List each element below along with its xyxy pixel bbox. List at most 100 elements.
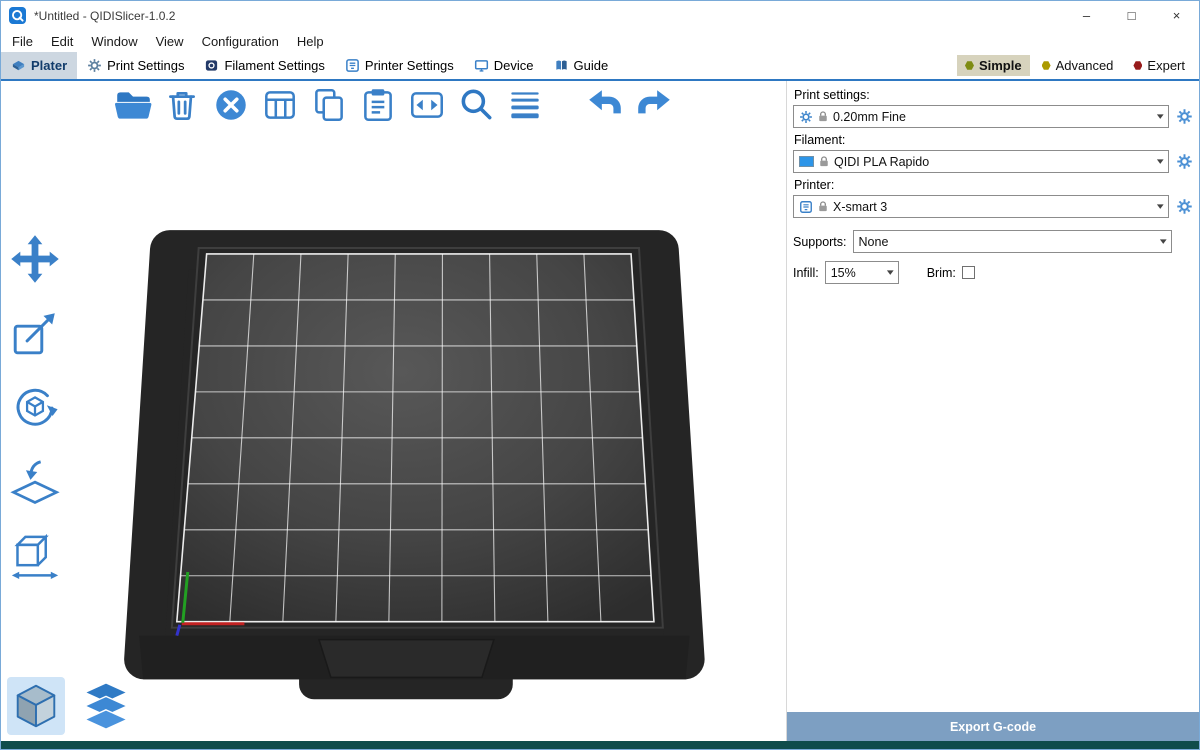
preview-view-button[interactable]	[77, 677, 135, 735]
view-toggles	[7, 677, 135, 735]
chevron-down-icon: ▾	[887, 267, 894, 278]
split-icon	[407, 85, 447, 125]
gizmo-toolbar	[9, 233, 61, 581]
rotate-gizmo-button[interactable]	[9, 381, 61, 433]
viewport-3d[interactable]	[1, 81, 786, 741]
measure-icon	[9, 529, 61, 581]
chevron-down-icon: ▾	[1160, 236, 1167, 247]
print-settings-label: Print settings:	[794, 88, 1193, 102]
title-bar: *Untitled - QIDISlicer-1.0.2 – □ ×	[1, 1, 1199, 30]
menu-view[interactable]: View	[147, 32, 193, 51]
tab-label: Guide	[574, 58, 609, 73]
build-plate[interactable]	[1, 81, 786, 741]
printer-value: X-smart 3	[833, 200, 887, 214]
print-settings-combo[interactable]: 0.20mm Fine ▾	[793, 105, 1169, 128]
tab-filament-settings[interactable]: Filament Settings	[194, 52, 334, 79]
brim-label: Brim:	[927, 266, 956, 280]
delete-all-button[interactable]	[211, 85, 251, 125]
supports-label: Supports:	[793, 235, 847, 249]
filament-value: QIDI PLA Rapido	[834, 155, 929, 169]
tab-label: Filament Settings	[224, 58, 324, 73]
split-button[interactable]	[407, 85, 447, 125]
supports-combo[interactable]: None ▾	[853, 230, 1172, 253]
infill-value: 15%	[831, 266, 856, 280]
chevron-down-icon: ▾	[1157, 111, 1164, 122]
gear-icon	[87, 58, 102, 73]
app-window: *Untitled - QIDISlicer-1.0.2 – □ × File …	[0, 0, 1200, 750]
tab-plater[interactable]: Plater	[1, 52, 77, 79]
mode-label: Expert	[1147, 58, 1185, 73]
infill-label: Infill:	[793, 266, 819, 280]
menu-edit[interactable]: Edit	[42, 32, 82, 51]
tab-print-settings[interactable]: Print Settings	[77, 52, 194, 79]
tab-label: Plater	[31, 58, 67, 73]
mode-label: Advanced	[1056, 58, 1114, 73]
copy-icon	[309, 85, 349, 125]
variable-layer-height-icon	[505, 85, 545, 125]
lock-icon	[818, 200, 828, 213]
tab-guide[interactable]: Guide	[544, 52, 619, 79]
redo-icon	[634, 85, 674, 125]
import-button[interactable]	[113, 85, 153, 125]
scale-gizmo-button[interactable]	[9, 307, 61, 359]
filament-spool-icon	[204, 58, 219, 73]
delete-button[interactable]	[162, 85, 202, 125]
menu-file[interactable]: File	[3, 32, 42, 51]
arrange-button[interactable]	[260, 85, 300, 125]
search-icon	[456, 85, 496, 125]
supports-value: None	[859, 235, 889, 249]
print-settings-value: 0.20mm Fine	[833, 110, 906, 124]
editor-view-button[interactable]	[7, 677, 65, 735]
plate-handle-recess	[319, 640, 494, 678]
redo-button[interactable]	[634, 85, 674, 125]
variable-layer-height-button[interactable]	[505, 85, 545, 125]
filament-label: Filament:	[794, 133, 1193, 147]
scale-icon	[9, 307, 61, 359]
close-button[interactable]: ×	[1154, 1, 1199, 30]
tab-printer-settings[interactable]: Printer Settings	[335, 52, 464, 79]
export-gcode-button[interactable]: Export G-code	[787, 712, 1199, 741]
filament-combo[interactable]: QIDI PLA Rapido ▾	[793, 150, 1169, 173]
menu-window[interactable]: Window	[82, 32, 146, 51]
search-button[interactable]	[456, 85, 496, 125]
mode-advanced[interactable]: Advanced	[1034, 55, 1122, 76]
mode-label: Simple	[979, 58, 1022, 73]
chevron-down-icon: ▾	[1157, 156, 1164, 167]
window-title: *Untitled - QIDISlicer-1.0.2	[34, 9, 175, 23]
paste-button[interactable]	[358, 85, 398, 125]
move-gizmo-button[interactable]	[9, 233, 61, 285]
printer-combo[interactable]: X-smart 3 ▾	[793, 195, 1169, 218]
print-settings-gear-button[interactable]	[1176, 108, 1193, 125]
mode-selector: Simple Advanced Expert	[957, 52, 1199, 79]
delete-all-icon	[211, 85, 251, 125]
place-on-face-icon	[9, 455, 61, 507]
plater-icon	[11, 58, 26, 73]
menu-configuration[interactable]: Configuration	[193, 32, 288, 51]
rotate-icon	[9, 381, 61, 433]
minimize-button[interactable]: –	[1064, 1, 1109, 30]
printer-gear-button[interactable]	[1176, 198, 1193, 215]
lock-icon	[819, 155, 829, 168]
book-icon	[554, 58, 569, 73]
undo-button[interactable]	[585, 85, 625, 125]
paste-icon	[358, 85, 398, 125]
menu-help[interactable]: Help	[288, 32, 333, 51]
undo-icon	[585, 85, 625, 125]
status-bar	[1, 741, 1199, 749]
copy-button[interactable]	[309, 85, 349, 125]
plater-toolbar	[113, 85, 674, 125]
place-on-face-gizmo-button[interactable]	[9, 455, 61, 507]
tab-label: Printer Settings	[365, 58, 454, 73]
brim-checkbox[interactable]	[962, 266, 975, 279]
filament-gear-button[interactable]	[1176, 153, 1193, 170]
tab-label: Device	[494, 58, 534, 73]
tab-label: Print Settings	[107, 58, 184, 73]
mode-expert[interactable]: Expert	[1125, 55, 1193, 76]
monitor-icon	[474, 58, 489, 73]
mode-simple[interactable]: Simple	[957, 55, 1030, 76]
tab-device[interactable]: Device	[464, 52, 544, 79]
menu-bar: File Edit Window View Configuration Help	[1, 30, 1199, 52]
infill-combo[interactable]: 15% ▾	[825, 261, 899, 284]
measure-gizmo-button[interactable]	[9, 529, 61, 581]
maximize-button[interactable]: □	[1109, 1, 1154, 30]
